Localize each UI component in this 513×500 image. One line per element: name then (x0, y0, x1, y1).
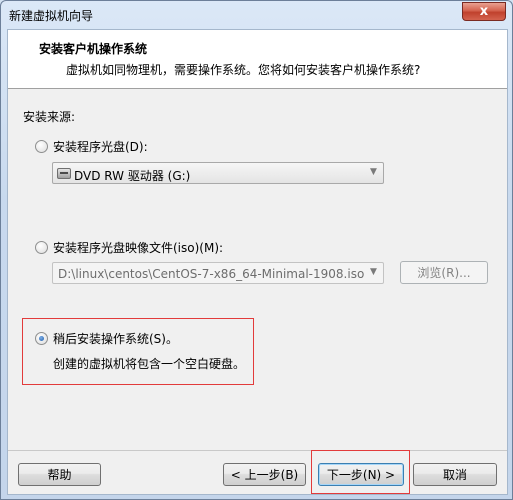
wizard-header: 安装客户机操作系统 虚拟机如同物理机，需要操作系统。您将如何安装客户机操作系统? (8, 30, 507, 89)
chevron-down-icon: ▼ (370, 167, 377, 177)
page-subtitle: 虚拟机如同物理机，需要操作系统。您将如何安装客户机操作系统? (66, 63, 421, 77)
next-button[interactable]: 下一步(N) > (318, 463, 404, 486)
install-later-radio[interactable] (35, 332, 48, 345)
close-button[interactable]: x (462, 2, 506, 21)
install-later-highlight (22, 318, 254, 385)
iso-radio[interactable] (35, 241, 48, 254)
install-later-description: 创建的虚拟机将包含一个空白硬盘。 (53, 357, 246, 371)
iso-path-value: D:\linux\centos\CentOS-7-x86_64-Minimal-… (58, 267, 365, 281)
chevron-down-icon: ▼ (370, 267, 377, 277)
title-bar[interactable]: 新建虚拟机向导 x (1, 1, 512, 29)
disc-radio[interactable] (35, 140, 48, 153)
disc-radio-label[interactable]: 安装程序光盘(D): (53, 138, 148, 155)
source-label: 安装来源: (23, 110, 76, 124)
close-icon: x (479, 4, 489, 19)
optical-drive-icon (57, 168, 71, 179)
iso-radio-label[interactable]: 安装程序光盘映像文件(iso)(M): (53, 239, 223, 256)
back-button[interactable]: < 上一步(B) (223, 463, 306, 486)
page-title: 安装客户机操作系统 (39, 42, 148, 56)
iso-path-combo[interactable]: D:\linux\centos\CentOS-7-x86_64-Minimal-… (52, 262, 384, 284)
install-later-label[interactable]: 稍后安装操作系统(S)。 (53, 330, 178, 347)
window-title: 新建虚拟机向导 (9, 9, 94, 23)
wizard-client-area: 安装客户机操作系统 虚拟机如同物理机，需要操作系统。您将如何安装客户机操作系统?… (7, 29, 508, 495)
browse-button[interactable]: 浏览(R)... (400, 261, 488, 284)
drive-select-value: DVD RW 驱动器 (G:) (74, 169, 191, 183)
footer-divider (8, 450, 507, 451)
wizard-window: 新建虚拟机向导 x 安装客户机操作系统 虚拟机如同物理机，需要操作系统。您将如何… (0, 0, 513, 500)
help-button[interactable]: 帮助 (18, 463, 101, 486)
cancel-button[interactable]: 取消 (413, 463, 497, 486)
drive-select[interactable]: DVD RW 驱动器 (G:) ▼ (52, 162, 384, 184)
